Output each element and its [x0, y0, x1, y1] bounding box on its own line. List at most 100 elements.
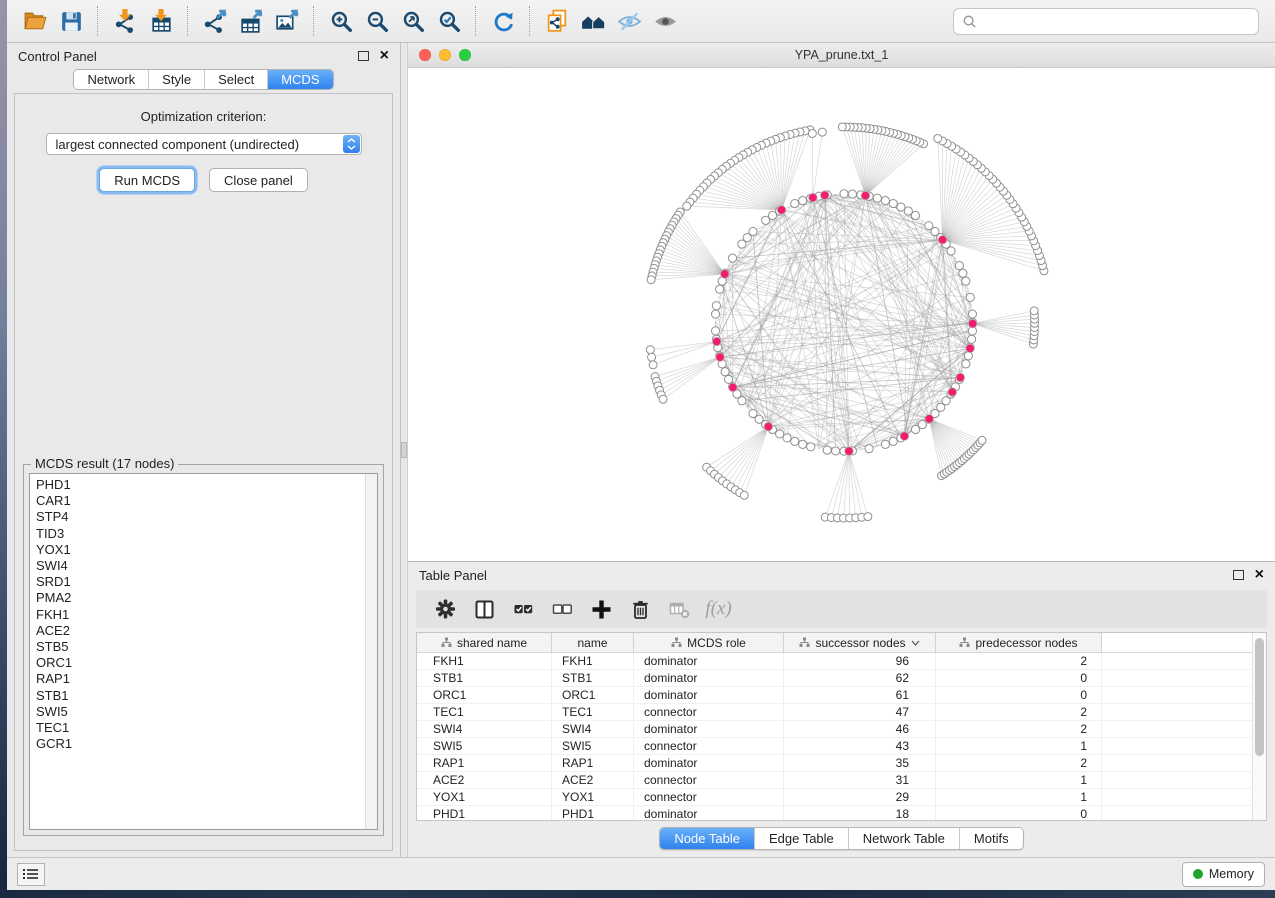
column-header-shared-name[interactable]: shared name [417, 633, 552, 652]
table-row[interactable]: YOX1YOX1connector291 [417, 789, 1252, 806]
mcds-result-list[interactable]: PHD1CAR1STP4TID3YOX1SWI4SRD1PMA2FKH1ACE2… [29, 473, 378, 830]
search-input[interactable] [983, 13, 1250, 30]
mcds-result-item[interactable]: TEC1 [36, 720, 363, 736]
search-box[interactable] [953, 8, 1259, 35]
close-window-icon[interactable] [419, 49, 431, 61]
mcds-list-scrollbar[interactable] [365, 474, 377, 829]
cell: SWI5 [552, 738, 634, 754]
mcds-result-item[interactable]: SWI5 [36, 704, 363, 720]
table-row[interactable]: ORC1ORC1dominator610 [417, 687, 1252, 704]
mcds-result-item[interactable]: STB1 [36, 688, 363, 704]
mcds-result-item[interactable]: ACE2 [36, 623, 363, 639]
tab-edge-table[interactable]: Edge Table [754, 828, 848, 849]
tab-style[interactable]: Style [148, 70, 204, 89]
control-panel: Control Panel × NetworkStyleSelectMCDS O… [7, 43, 400, 857]
show-all-button[interactable] [647, 5, 683, 37]
mcds-result-item[interactable]: STP4 [36, 509, 363, 525]
cell: dominator [634, 687, 784, 703]
cell: connector [634, 704, 784, 720]
column-header-name[interactable]: name [552, 633, 634, 652]
network-graph[interactable] [408, 68, 1275, 561]
cell-filler [1102, 653, 1252, 669]
mcds-result-item[interactable]: TID3 [36, 526, 363, 542]
sort-chevron-icon[interactable] [911, 640, 920, 646]
network-from-selection-button[interactable] [539, 5, 575, 37]
hide-selected-button[interactable] [611, 5, 647, 37]
deselect-all-rows-button[interactable] [543, 592, 582, 626]
export-image-button[interactable] [269, 5, 305, 37]
zoom-out-button[interactable] [359, 5, 395, 37]
column-header-predecessor-nodes[interactable]: predecessor nodes [936, 633, 1102, 652]
maximize-window-icon[interactable] [459, 49, 471, 61]
mcds-result-item[interactable]: PMA2 [36, 590, 363, 606]
refresh-view-button[interactable] [485, 5, 521, 37]
tab-node-table[interactable]: Node Table [660, 828, 754, 849]
table-row[interactable]: PHD1PHD1dominator180 [417, 806, 1252, 820]
mcds-result-item[interactable]: RAP1 [36, 671, 363, 687]
import-network-button[interactable] [107, 5, 143, 37]
open-file-icon [22, 8, 49, 35]
table-row[interactable]: RAP1RAP1dominator352 [417, 755, 1252, 772]
cell: 0 [936, 806, 1102, 820]
select-all-rows-button[interactable] [504, 592, 543, 626]
save-session-button[interactable] [53, 5, 89, 37]
cell: 29 [784, 789, 936, 805]
mcds-result-item[interactable]: CAR1 [36, 493, 363, 509]
splitter-grip[interactable] [401, 442, 407, 458]
import-table-button[interactable] [143, 5, 179, 37]
table-row[interactable]: FKH1FKH1dominator962 [417, 653, 1252, 670]
column-header-successor-nodes[interactable]: successor nodes [784, 633, 936, 652]
table-row[interactable]: TEC1TEC1connector472 [417, 704, 1252, 721]
column-header-MCDS-role[interactable]: MCDS role [634, 633, 784, 652]
export-table-button[interactable] [233, 5, 269, 37]
toggle-columns-button[interactable] [465, 592, 504, 626]
add-column-button[interactable] [582, 592, 621, 626]
automation-panel-button[interactable] [17, 863, 45, 886]
column-type-icon [441, 637, 452, 648]
mcds-result-item[interactable]: SWI4 [36, 558, 363, 574]
zoom-fit-button[interactable] [395, 5, 431, 37]
float-table-panel-icon[interactable] [1233, 570, 1244, 580]
cell: 43 [784, 738, 936, 754]
table-row[interactable]: STB1STB1dominator620 [417, 670, 1252, 687]
mcds-result-item[interactable]: YOX1 [36, 542, 363, 558]
cell: PHD1 [552, 806, 634, 820]
run-mcds-button[interactable]: Run MCDS [99, 168, 195, 192]
mcds-result-item[interactable]: FKH1 [36, 607, 363, 623]
criterion-dropdown[interactable]: largest connected component (undirected) [46, 133, 362, 155]
zoom-selected-button[interactable] [431, 5, 467, 37]
tab-motifs[interactable]: Motifs [959, 828, 1023, 849]
first-neighbors-button[interactable] [575, 5, 611, 37]
table-row[interactable]: SWI5SWI5connector431 [417, 738, 1252, 755]
tab-select[interactable]: Select [204, 70, 267, 89]
zoom-in-button[interactable] [323, 5, 359, 37]
open-file-button[interactable] [17, 5, 53, 37]
network-window-titlebar: YPA_prune.txt_1 [408, 43, 1275, 68]
tab-network-table[interactable]: Network Table [848, 828, 959, 849]
tab-network[interactable]: Network [74, 70, 148, 89]
column-type-icon [799, 637, 810, 648]
close-table-panel-icon[interactable]: × [1255, 569, 1264, 581]
mcds-result-item[interactable]: STB5 [36, 639, 363, 655]
minimize-window-icon[interactable] [439, 49, 451, 61]
cell: RAP1 [417, 755, 552, 771]
delete-columns-button[interactable] [621, 592, 660, 626]
table-scrollbar-thumb[interactable] [1255, 638, 1264, 756]
table-scrollbar[interactable] [1252, 633, 1266, 820]
export-network-button[interactable] [197, 5, 233, 37]
mcds-result-item[interactable]: PHD1 [36, 477, 363, 493]
mcds-result-item[interactable]: SRD1 [36, 574, 363, 590]
mcds-result-item[interactable]: ORC1 [36, 655, 363, 671]
panel-splitter[interactable] [400, 43, 408, 857]
close-panel-button[interactable]: Close panel [209, 168, 308, 192]
cell: 2 [936, 653, 1102, 669]
float-panel-icon[interactable] [358, 51, 369, 61]
mcds-result-item[interactable]: GCR1 [36, 736, 363, 752]
table-row[interactable]: SWI4SWI4dominator462 [417, 721, 1252, 738]
table-row[interactable]: ACE2ACE2connector311 [417, 772, 1252, 789]
network-canvas[interactable] [408, 68, 1275, 561]
tab-mcds[interactable]: MCDS [267, 70, 332, 89]
table-settings-button[interactable] [426, 592, 465, 626]
close-panel-icon[interactable]: × [380, 50, 389, 62]
memory-button[interactable]: Memory [1182, 862, 1265, 887]
